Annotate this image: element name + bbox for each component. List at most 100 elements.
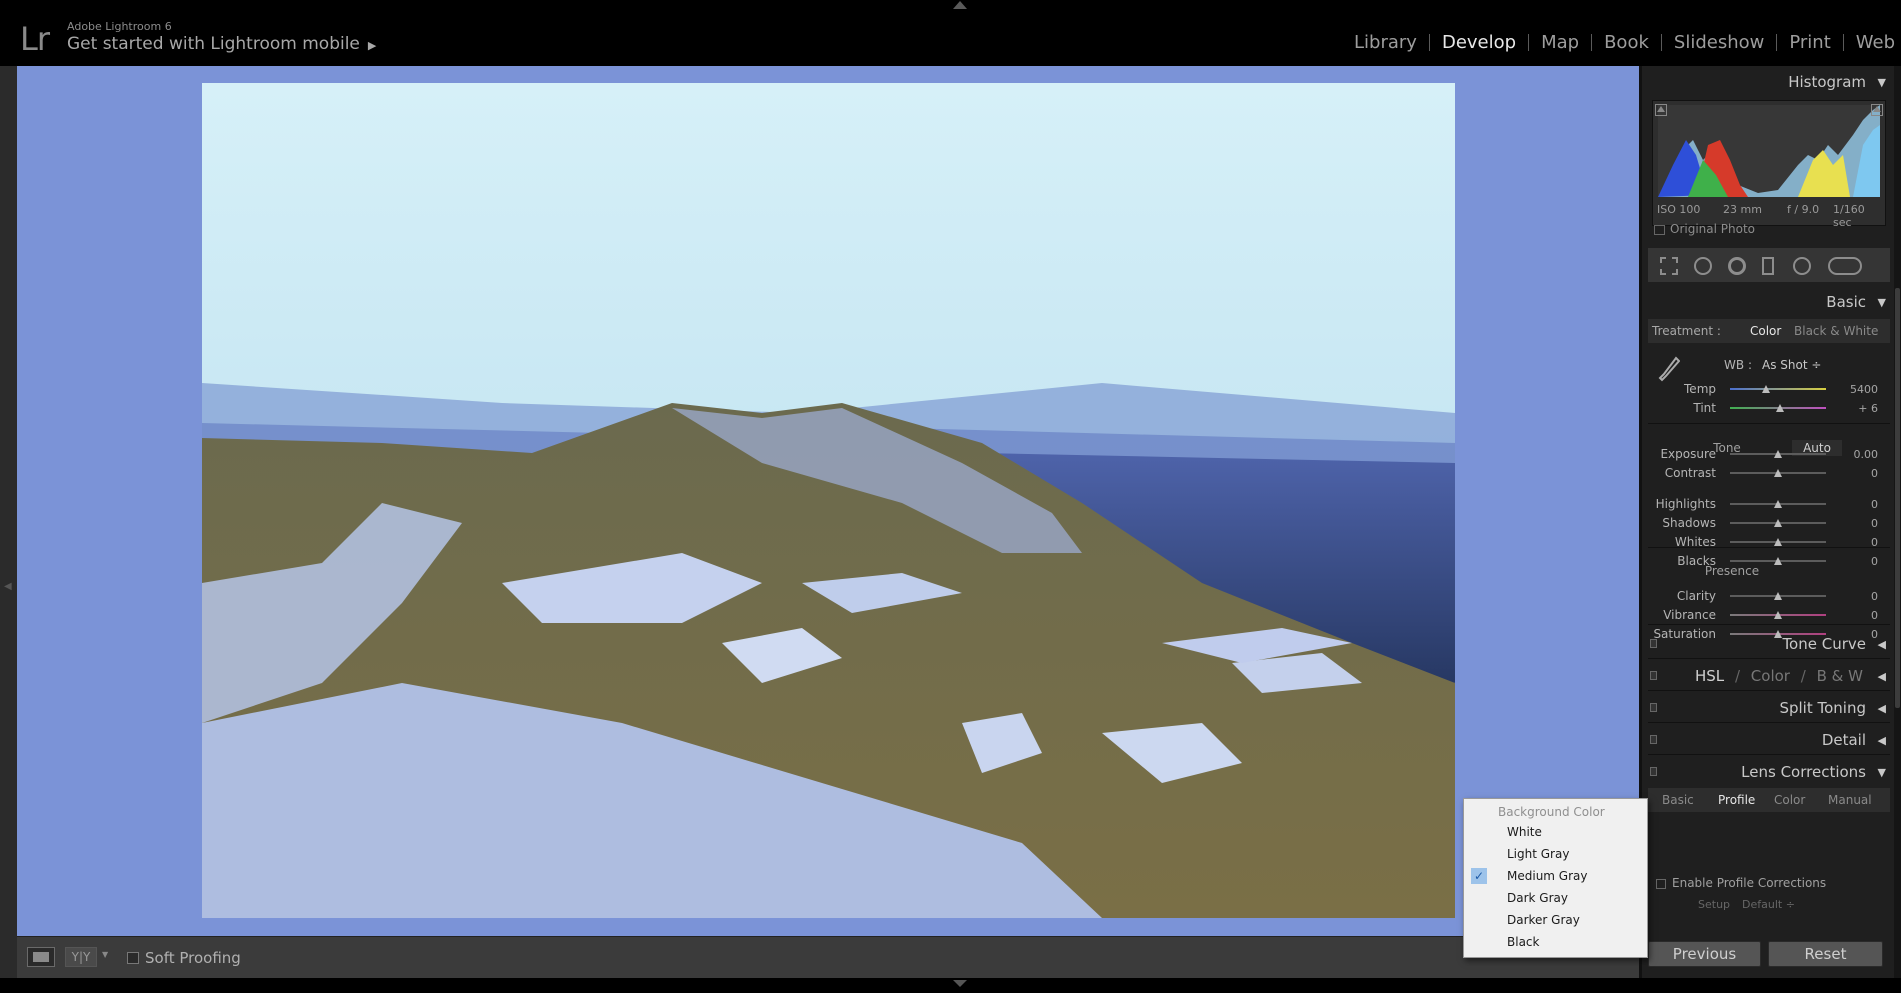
slider-value-whites[interactable]: 0 [1838,536,1878,549]
scrollbar-thumb[interactable] [1895,288,1900,708]
menu-item-medium-gray[interactable]: ✓ Medium Gray [1465,866,1646,887]
module-slideshow[interactable]: Slideshow [1662,32,1776,53]
slider-value-clarity[interactable]: 0 [1838,590,1878,603]
soft-proofing-checkbox[interactable] [127,952,139,964]
menu-item-label[interactable]: Medium Gray [1507,869,1587,883]
slider-knob-tint[interactable] [1775,404,1784,412]
panel-switch-icon[interactable] [1650,735,1657,744]
original-photo-label[interactable]: Original Photo [1670,222,1755,236]
spot-removal-icon[interactable] [1694,257,1712,275]
module-develop[interactable]: Develop [1430,32,1528,53]
menu-item-white[interactable]: White [1465,822,1646,843]
original-photo-checkbox[interactable] [1654,225,1665,235]
collapse-icon[interactable]: ▼ [1878,296,1886,309]
slider-knob-contrast[interactable] [1774,469,1782,477]
expand-icon[interactable]: ◀ [1878,638,1886,651]
soft-proofing-label[interactable]: Soft Proofing [145,949,241,967]
slider-value-tint[interactable]: + 6 [1838,402,1878,415]
lens-tab-basic[interactable]: Basic [1662,793,1694,807]
hsl-header[interactable]: HSL / Color / B & W ◀ [1648,662,1890,690]
split-toning-header[interactable]: Split Toning ◀ [1648,694,1890,722]
expand-icon[interactable]: ◀ [1878,734,1886,747]
treatment-color[interactable]: Color [1750,324,1781,338]
detail-header[interactable]: Detail ◀ [1648,726,1890,754]
menu-item-label[interactable]: Dark Gray [1507,891,1568,905]
histogram-header[interactable]: Histogram ▼ [1648,68,1890,96]
slider-knob-clarity[interactable] [1774,592,1782,600]
enable-profile-checkbox[interactable] [1656,879,1666,889]
panel-switch-icon[interactable] [1650,703,1657,712]
lens-tab-profile[interactable]: Profile [1718,793,1755,807]
slider-knob-shadows[interactable] [1774,519,1782,527]
slider-knob-vibrance[interactable] [1774,611,1782,619]
slider-value-shadows[interactable]: 0 [1838,517,1878,530]
expand-icon[interactable]: ◀ [1878,702,1886,715]
hsl-tab[interactable]: HSL [1695,667,1724,685]
before-after-label[interactable]: Y|Y [66,948,96,966]
mobile-link[interactable]: Get started with Lightroom mobile ▶ [67,34,376,54]
collapse-icon[interactable]: ▼ [1878,766,1886,779]
slider-knob-exposure[interactable] [1774,450,1782,458]
menu-item-label[interactable]: Black [1507,935,1539,949]
slider-knob-blacks[interactable] [1774,557,1782,565]
previous-button[interactable]: Previous [1648,941,1761,967]
slider-knob-saturation[interactable] [1774,630,1782,638]
slider-value-vibrance[interactable]: 0 [1838,609,1878,622]
setup-select[interactable]: Default ÷ [1742,898,1795,911]
left-panel-toggle-icon[interactable]: ◀ [4,581,12,592]
mobile-link-label[interactable]: Get started with Lightroom mobile [67,34,360,54]
menu-item-label[interactable]: Darker Gray [1507,913,1580,927]
panel-switch-icon[interactable] [1650,671,1657,680]
menu-item-darker-gray[interactable]: Darker Gray [1465,910,1646,931]
left-panel-collapsed[interactable]: ◀ [0,66,17,988]
lens-tab-manual[interactable]: Manual [1828,793,1872,807]
slider-value-contrast[interactable]: 0 [1838,467,1878,480]
filmstrip-toggle-icon[interactable] [953,980,967,987]
module-web[interactable]: Web [1844,32,1901,53]
treatment-bw[interactable]: Black & White [1794,324,1878,338]
photo[interactable] [202,83,1455,918]
slider-value-saturation[interactable]: 0 [1838,628,1878,641]
slider-knob-whites[interactable] [1774,538,1782,546]
image-canvas[interactable] [17,66,1639,936]
menu-item-label[interactable]: Light Gray [1507,847,1569,861]
module-print[interactable]: Print [1777,32,1842,53]
module-library[interactable]: Library [1342,32,1429,53]
slider-knob-highlights[interactable] [1774,500,1782,508]
shadow-clipping-icon[interactable] [1655,104,1667,116]
enable-profile-label[interactable]: Enable Profile Corrections [1672,876,1826,890]
lens-tab-color[interactable]: Color [1774,793,1805,807]
before-after-dropdown-icon[interactable]: ▼ [102,950,108,959]
highlight-clipping-icon[interactable] [1871,104,1883,116]
menu-item-dark-gray[interactable]: Dark Gray [1465,888,1646,909]
menu-item-light-gray[interactable]: Light Gray [1465,844,1646,865]
menu-item-label[interactable]: White [1507,825,1542,839]
panel-scrollbar[interactable] [1894,66,1901,978]
loupe-view-button[interactable] [27,947,55,967]
lens-corrections-header[interactable]: Lens Corrections ▼ [1648,758,1890,786]
color-tab[interactable]: Color [1751,667,1790,685]
wb-select[interactable]: As Shot ÷ [1762,358,1822,372]
slider-track-temp[interactable] [1730,388,1826,390]
basic-header[interactable]: Basic ▼ [1648,288,1890,316]
bw-tab[interactable]: B & W [1817,667,1863,685]
expand-icon[interactable]: ◀ [1878,670,1886,683]
module-book[interactable]: Book [1592,32,1661,53]
adjustment-brush-icon[interactable] [1828,257,1862,275]
radial-filter-icon[interactable] [1793,257,1811,275]
slider-value-temp[interactable]: 5400 [1838,383,1878,396]
menu-item-black[interactable]: Black [1465,932,1646,953]
top-panel-toggle-icon[interactable] [953,1,967,9]
collapse-icon[interactable]: ▼ [1878,76,1886,89]
graduated-filter-icon[interactable] [1762,257,1774,275]
red-eye-icon[interactable] [1728,257,1746,275]
slider-knob-temp[interactable] [1762,385,1771,393]
before-after-button[interactable]: Y|Y [65,947,97,967]
crop-tool-icon[interactable] [1660,257,1678,275]
white-balance-eyedropper-icon[interactable] [1658,356,1681,384]
slider-value-exposure[interactable]: 0.00 [1838,448,1879,461]
reset-button[interactable]: Reset [1768,941,1883,967]
slider-value-blacks[interactable]: 0 [1838,555,1878,568]
panel-switch-icon[interactable] [1650,767,1657,776]
histogram[interactable]: ISO 100 23 mm f / 9.0 1/160 sec [1652,100,1886,229]
